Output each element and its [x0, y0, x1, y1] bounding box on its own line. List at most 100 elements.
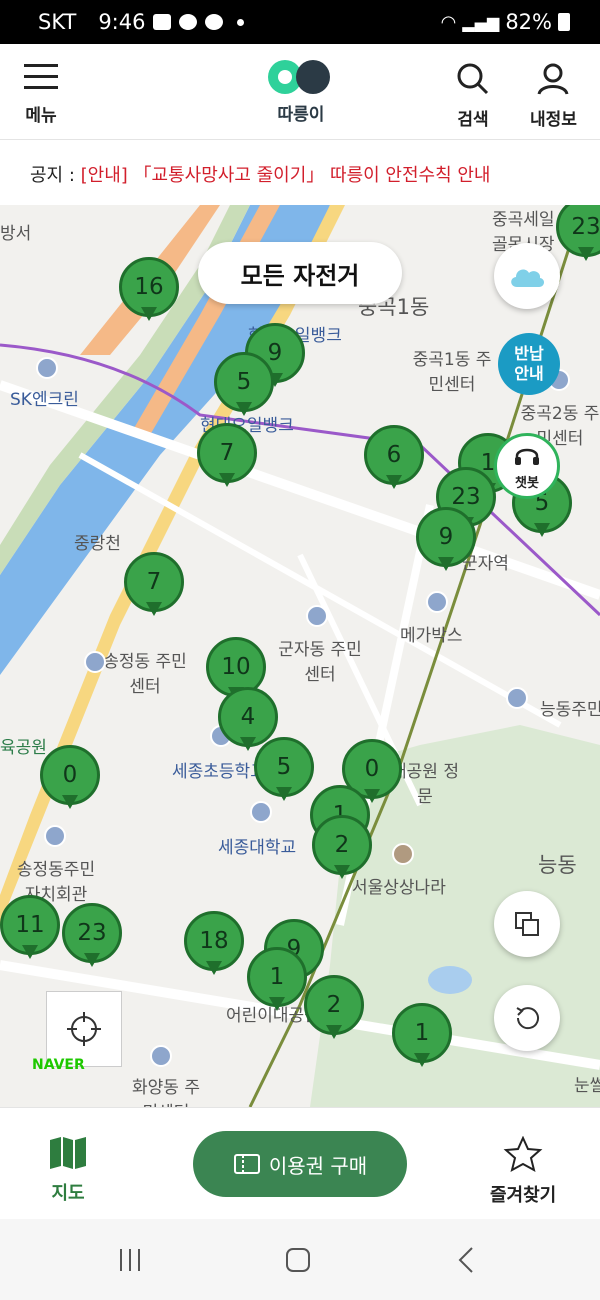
talk-icon [205, 14, 224, 30]
carrier-text: SKT [38, 10, 77, 34]
office-icon [306, 605, 328, 627]
notice-prefix: 공지 : [30, 165, 81, 186]
my-location-button[interactable] [46, 991, 122, 1067]
clock-text: 9:46 [98, 10, 146, 34]
notice-banner[interactable]: 공지 : [안내] 「교통사망사고 줄이기」 따릉이 안전수칙 안내 [0, 141, 600, 205]
gallery-icon [153, 14, 172, 30]
menu-label: 메뉴 [25, 106, 57, 126]
map-label: 중랑천 [74, 534, 121, 554]
station-pin[interactable]: 0 [40, 745, 100, 817]
search-button[interactable]: 검색 [455, 62, 491, 130]
station-pin[interactable]: 1 [247, 947, 307, 1019]
map-label: 군자동 주민센터 [278, 640, 362, 685]
search-label: 검색 [457, 110, 489, 130]
pin-tail [334, 865, 350, 879]
bottom-navigation: 지도 이용권 구매 즐겨찾기 [0, 1107, 600, 1219]
station-pin[interactable]: 9 [416, 507, 476, 579]
station-pin[interactable]: 6 [364, 425, 424, 497]
tab-favorites[interactable]: 즐겨찾기 [490, 1135, 557, 1207]
ticket-icon [233, 1154, 260, 1174]
station-pin[interactable]: 7 [197, 423, 257, 495]
map-label: 방서 [0, 224, 32, 244]
headset-icon [515, 448, 539, 465]
battery-text: 82% [505, 10, 552, 34]
pin-tail [276, 787, 292, 801]
office-icon [150, 1045, 172, 1067]
pin-tail [236, 402, 252, 416]
map-label: 눈썰 [574, 1076, 600, 1096]
cloud-icon [511, 269, 545, 287]
wifi-icon: ◠ [440, 11, 457, 33]
recent-apps-icon [120, 1249, 140, 1271]
station-pin[interactable]: 5 [254, 737, 314, 809]
tab-favorites-label: 즐겨찾기 [490, 1185, 557, 1206]
my-info-label: 내정보 [530, 110, 577, 130]
pin-tail [386, 475, 402, 489]
gas-station-icon [36, 357, 58, 379]
back-button[interactable] [446, 1245, 486, 1275]
pin-tail [578, 247, 594, 261]
back-icon [458, 1247, 473, 1273]
weather-button[interactable] [494, 243, 560, 309]
map-label: 능동주민 [540, 700, 600, 720]
map-icon [50, 1137, 86, 1169]
app-logo[interactable]: 따릉이 [266, 60, 336, 140]
naver-logo: NAVER [32, 1057, 85, 1073]
station-pin[interactable]: 7 [124, 552, 184, 624]
tab-map-label: 지도 [51, 1183, 85, 1204]
station-pin[interactable]: 16 [119, 257, 179, 329]
status-bar: SKT 9:46 ◠ ▂▄▆ 82% [0, 0, 600, 44]
pin-tail [534, 523, 550, 537]
notification-dot-icon [237, 18, 245, 26]
station-pin[interactable]: 23 [556, 205, 600, 269]
all-bikes-filter-button[interactable]: 모든 자전거 [198, 242, 402, 304]
home-icon [286, 1248, 310, 1272]
my-info-button[interactable]: 내정보 [530, 62, 577, 130]
station-pin[interactable]: 2 [312, 815, 372, 887]
refresh-icon [516, 1007, 539, 1030]
battery-icon [558, 13, 570, 31]
tab-map[interactable]: 지도 [48, 1136, 88, 1205]
pin-tail [414, 1053, 430, 1067]
pin-tail [62, 795, 78, 809]
logo-mark-dark [296, 60, 330, 94]
message-icon [179, 14, 198, 30]
map-view[interactable]: 방서 중곡1동 SK엔크린 중곡1동 주민센터 중곡2동 주민센터 중곡세일 골… [0, 205, 600, 1107]
map-label: SK엔크린 [10, 390, 79, 410]
refresh-button[interactable] [494, 985, 560, 1051]
station-pin[interactable]: 5 [214, 352, 274, 424]
map-label: 메가박스 [400, 626, 463, 646]
layer-toggle-button[interactable] [494, 891, 560, 957]
pin-tail [269, 997, 285, 1011]
search-icon [457, 63, 489, 95]
star-icon [503, 1135, 543, 1172]
station-pin[interactable]: 2 [304, 975, 364, 1047]
station-pin[interactable]: 1 [392, 1003, 452, 1075]
home-button[interactable] [278, 1245, 318, 1275]
logo-text: 따릉이 [277, 105, 325, 125]
user-icon [537, 63, 569, 95]
recent-apps-button[interactable] [110, 1245, 150, 1275]
signal-icon: ▂▄▆ [462, 12, 500, 32]
pin-tail [219, 473, 235, 487]
pin-tail [206, 961, 222, 975]
return-guide-button[interactable]: 반납 안내 [498, 333, 560, 395]
chatbot-button[interactable]: 챗봇 [494, 433, 560, 499]
notice-message: [안내] 「교통사망사고 줄이기」 따릉이 안전수칙 안내 [80, 165, 491, 186]
pin-tail [84, 953, 100, 967]
buy-pass-button[interactable]: 이용권 구매 [193, 1131, 407, 1197]
layers-icon [515, 912, 539, 936]
crosshair-icon [67, 1012, 101, 1046]
office-icon [506, 687, 528, 709]
buy-pass-label: 이용권 구매 [268, 1153, 368, 1178]
museum-icon [392, 843, 414, 865]
station-pin[interactable]: 11 [0, 895, 60, 967]
map-label: 세종대학교 [218, 838, 297, 858]
hamburger-icon [24, 64, 58, 89]
station-pin[interactable]: 23 [62, 903, 122, 975]
pin-tail [438, 557, 454, 571]
system-navigation-bar [0, 1219, 600, 1300]
map-label: 송정동 주민센터 [103, 652, 187, 697]
station-pin[interactable]: 18 [184, 911, 244, 983]
menu-button[interactable]: 메뉴 [22, 62, 60, 126]
